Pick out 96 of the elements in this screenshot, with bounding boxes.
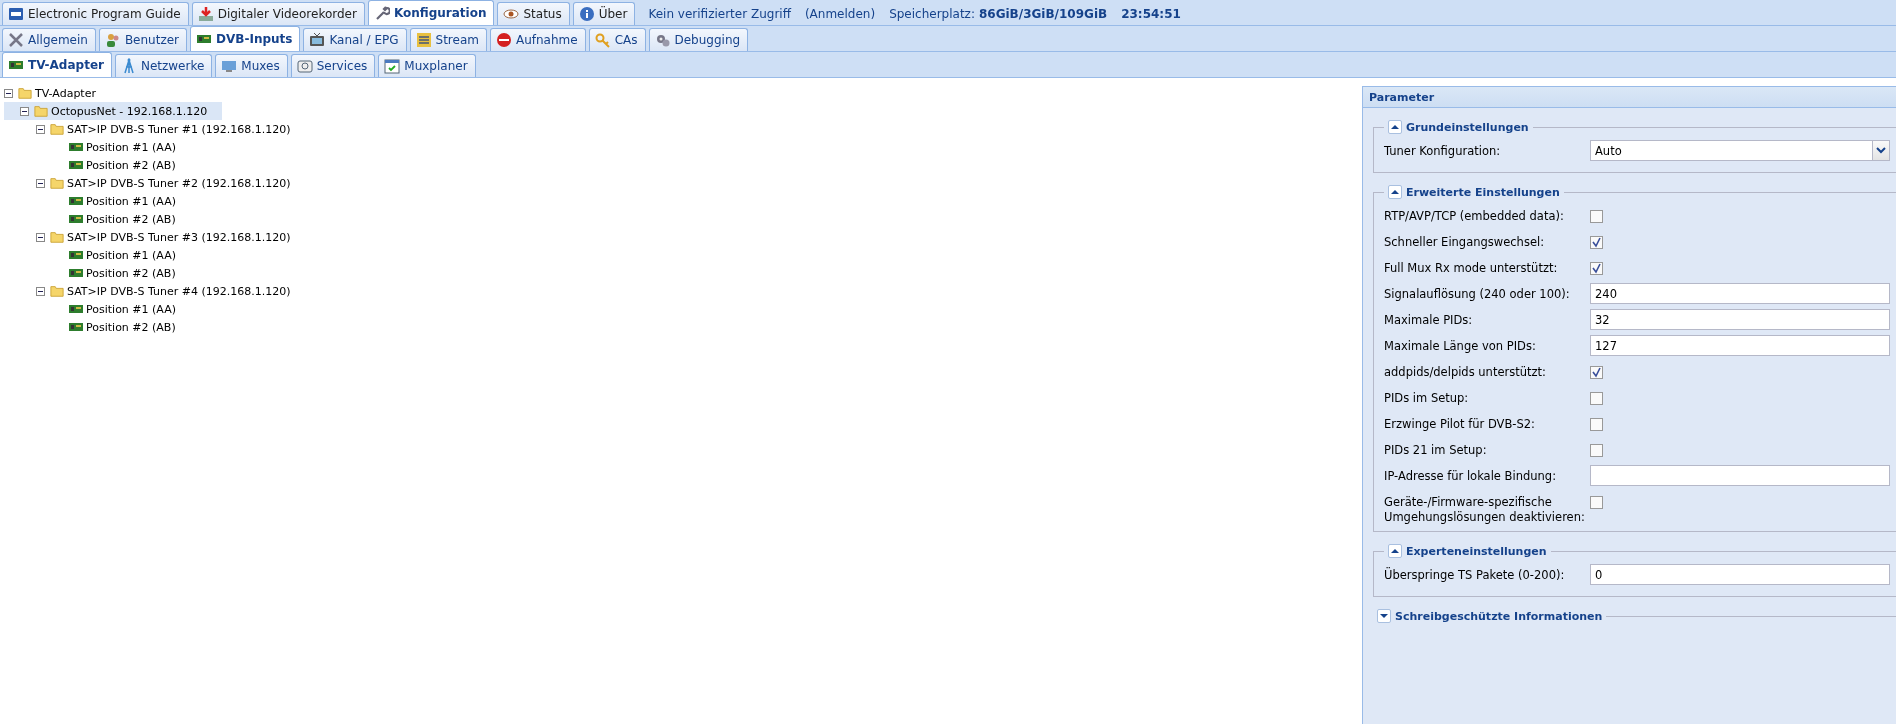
- folder-icon: [49, 284, 65, 298]
- tab[interactable]: Kanal / EPG: [303, 28, 407, 51]
- section-title: Erweiterte Einstellungen: [1406, 185, 1560, 199]
- storage-label: Speicherplatz:: [889, 6, 975, 21]
- field-label: Signalauflösung (240 oder 100):: [1384, 286, 1571, 302]
- input-field[interactable]: 32: [1590, 309, 1890, 330]
- checkbox[interactable]: [1590, 236, 1603, 249]
- login-link[interactable]: (Anmelden): [804, 6, 876, 21]
- section-title: Schreibgeschützte Informationen: [1395, 609, 1603, 623]
- tab[interactable]: Muxes: [215, 54, 288, 77]
- field-label: addpids/delpids unterstützt:: [1384, 364, 1547, 380]
- tree-item[interactable]: Position #1 (AA): [4, 138, 222, 156]
- tree-item[interactable]: SAT>IP DVB-S Tuner #1 (192.168.1.120): [4, 120, 295, 138]
- tree-item[interactable]: Position #2 (AB): [4, 210, 222, 228]
- collapse-icon[interactable]: [36, 286, 45, 296]
- tree-item[interactable]: SAT>IP DVB-S Tuner #2 (192.168.1.120): [4, 174, 295, 192]
- tab[interactable]: CAs: [588, 28, 646, 51]
- tree-item[interactable]: Position #2 (AB): [4, 156, 222, 174]
- eye-icon: [503, 6, 520, 22]
- checkbox[interactable]: [1590, 366, 1603, 379]
- download-icon: [197, 6, 214, 22]
- field-label: Schneller Eingangswechsel:: [1384, 234, 1546, 250]
- checkbox[interactable]: [1590, 444, 1603, 457]
- field-label: Maximale PIDs:: [1384, 312, 1474, 328]
- section-title: Grundeinstellungen: [1406, 120, 1529, 134]
- field-label: Geräte-/Firmware-spezifische Umgehungslösungen deaktivieren:: [1384, 494, 1586, 525]
- tree-item[interactable]: TV-Adapter: [4, 84, 222, 102]
- tab[interactable]: TV-Adapter: [2, 52, 112, 77]
- collapse-icon[interactable]: [1388, 544, 1402, 558]
- collapse-icon[interactable]: [1388, 185, 1402, 199]
- tab[interactable]: Über: [572, 2, 636, 25]
- field-label: Erzwinge Pilot für DVB-S2:: [1384, 416, 1536, 432]
- checkbox[interactable]: [1590, 262, 1603, 275]
- tab[interactable]: Netzwerke: [114, 54, 213, 77]
- tab[interactable]: Status: [497, 2, 570, 25]
- gears-icon: [654, 32, 671, 48]
- tree-item[interactable]: Position #1 (AA): [4, 300, 222, 318]
- tab[interactable]: Services: [290, 54, 376, 77]
- tree-item[interactable]: Position #2 (AB): [4, 264, 222, 282]
- checkbox[interactable]: [1590, 496, 1603, 509]
- storage-value: 86GiB/3GiB/109GiB: [978, 6, 1108, 21]
- tab[interactable]: Aufnahme: [489, 28, 586, 51]
- expand-icon[interactable]: [1377, 609, 1391, 623]
- tree-item[interactable]: Position #1 (AA): [4, 246, 222, 264]
- folder-icon: [49, 176, 65, 190]
- tab[interactable]: DVB-Inputs: [190, 26, 301, 51]
- tab[interactable]: Digitaler Videorekorder: [191, 2, 365, 25]
- collapse-icon[interactable]: [1388, 120, 1402, 134]
- tree-item[interactable]: SAT>IP DVB-S Tuner #4 (192.168.1.120): [4, 282, 295, 300]
- folder-icon: [17, 86, 33, 100]
- panel-title: Parameter: [1363, 87, 1896, 108]
- tree-item[interactable]: Position #1 (AA): [4, 192, 222, 210]
- tab[interactable]: Allgemein: [2, 28, 96, 51]
- input-field[interactable]: 127: [1590, 335, 1890, 356]
- field-label: Full Mux Rx mode unterstützt:: [1384, 260, 1559, 276]
- tab[interactable]: Debugging: [648, 28, 749, 51]
- input-field[interactable]: 0: [1590, 564, 1890, 585]
- tab[interactable]: Electronic Program Guide: [2, 2, 189, 25]
- collapse-icon[interactable]: [4, 88, 13, 98]
- input-field[interactable]: [1590, 465, 1890, 486]
- monitor-icon: [221, 58, 238, 74]
- folder-icon: [49, 230, 65, 244]
- tab[interactable]: Benutzer: [98, 28, 188, 51]
- access-status: Kein verifizierter Zugriff: [648, 6, 791, 21]
- section-title: Experteneinstellungen: [1406, 544, 1547, 558]
- tab[interactable]: Konfiguration: [367, 0, 495, 25]
- field-label: RTP/AVP/TCP (embedded data):: [1384, 208, 1565, 224]
- select-field[interactable]: Auto: [1590, 140, 1890, 161]
- tab[interactable]: Muxplaner: [378, 54, 476, 77]
- tree-item[interactable]: SAT>IP DVB-S Tuner #3 (192.168.1.120): [4, 228, 295, 246]
- field-label: PIDs im Setup:: [1384, 390, 1470, 406]
- tab[interactable]: Stream: [409, 28, 487, 51]
- field-label: Tuner Konfiguration:: [1384, 143, 1502, 159]
- checkbox[interactable]: [1590, 392, 1603, 405]
- folder-icon: [33, 104, 49, 118]
- field-label: IP-Adresse für lokale Bindung:: [1384, 468, 1557, 484]
- input-field[interactable]: 240: [1590, 283, 1890, 304]
- clock-time: 23:54:51: [1121, 6, 1181, 21]
- collapse-icon[interactable]: [36, 178, 45, 188]
- key-icon: [594, 32, 611, 48]
- field-label: Überspringe TS Pakete (0-200):: [1384, 566, 1566, 583]
- info-icon: [578, 6, 595, 22]
- field-label: Maximale Länge von PIDs:: [1384, 338, 1537, 354]
- collapse-icon[interactable]: [36, 232, 45, 242]
- calendar-icon: [384, 58, 401, 74]
- collapse-icon[interactable]: [20, 106, 29, 116]
- collapse-icon[interactable]: [36, 124, 45, 134]
- users-icon: [104, 32, 121, 48]
- stream-icon: [415, 32, 432, 48]
- folder-icon: [49, 122, 65, 136]
- tree-item[interactable]: Position #2 (AB): [4, 318, 222, 336]
- field-label: PIDs 21 im Setup:: [1384, 442, 1488, 458]
- checkbox[interactable]: [1590, 210, 1603, 223]
- checkbox[interactable]: [1590, 418, 1603, 431]
- tree-item[interactable]: OctopusNet - 192.168.1.120: [4, 102, 222, 120]
- epg-icon: [8, 6, 24, 22]
